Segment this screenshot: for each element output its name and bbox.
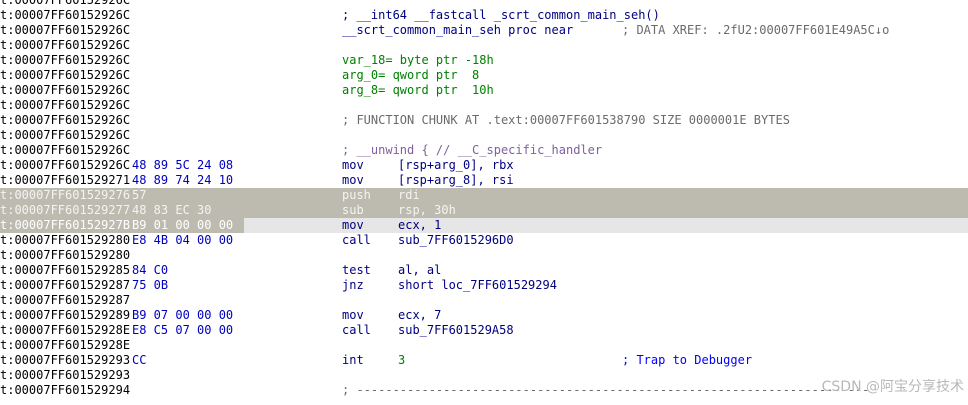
mnemonic: int <box>342 353 364 367</box>
address: t:00007FF601529280 <box>0 248 131 262</box>
address: t:00007FF601529277 <box>0 203 131 217</box>
stack-var[interactable]: arg_8= qword ptr 10h <box>342 83 494 98</box>
address: t:00007FF601529287 <box>0 293 131 307</box>
stack-var[interactable]: arg_0= qword ptr 8 <box>342 68 479 83</box>
listing-row[interactable]: t:00007FF60152926C ; __unwind { // __C_sp… <box>0 143 968 158</box>
address: t:00007FF60152926C <box>0 8 131 22</box>
address: t:00007FF601529271 <box>0 173 131 187</box>
address: t:00007FF60152926C <box>0 143 131 157</box>
listing-row[interactable]: t:00007FF601529287 <box>0 293 968 308</box>
opcode-bytes: E8 C5 07 00 00 <box>132 323 234 337</box>
operands[interactable]: 3 <box>398 353 405 368</box>
operands[interactable]: ecx, 7 <box>398 308 441 323</box>
mnemonic: test <box>342 263 371 277</box>
opcode-bytes: 84 C0 <box>132 263 169 277</box>
mnemonic: push <box>342 188 371 202</box>
listing-row[interactable]: t:00007FF60152926C <box>0 98 968 113</box>
current-line-row[interactable]: t:00007FF60152927B B9 01 00 00 00 mov ecx, … <box>0 218 968 233</box>
listing-row[interactable]: t:00007FF60152928E E8 C5 07 00 00 call sub_… <box>0 323 968 338</box>
listing-row[interactable]: t:00007FF60152926C <box>0 128 968 143</box>
operands[interactable]: ecx, 1 <box>398 218 441 233</box>
selected-row[interactable]: t:00007FF601529276 57 push rdi <box>0 188 968 203</box>
opcode-bytes: 48 83 EC 30 <box>132 203 212 217</box>
listing-row[interactable]: t:00007FF601529271 48 89 74 24 10 mov [rsp+… <box>0 173 968 188</box>
mnemonic: mov <box>342 308 364 322</box>
address: t:00007FF60152928E <box>0 323 131 337</box>
unwind-comment: ; __unwind { // __C_specific_handler <box>342 143 603 157</box>
listing-row[interactable]: t:00007FF601529289 B9 07 00 00 00 mov ecx, … <box>0 308 968 323</box>
mnemonic: jnz <box>342 278 364 292</box>
selected-row[interactable]: t:00007FF601529277 48 83 EC 30 sub rsp, 30h <box>0 203 968 218</box>
opcode-bytes: E8 4B 04 00 00 <box>132 233 234 247</box>
listing-row[interactable]: t:00007FF60152926C ; __int64 __fastcall _… <box>0 8 968 23</box>
address: t:00007FF60152926C <box>0 128 131 142</box>
address: t:00007FF60152926C <box>0 158 131 172</box>
address: t:00007FF601529276 <box>0 188 131 202</box>
operands[interactable]: rdi <box>398 188 420 203</box>
function-prototype: ; __int64 __fastcall _scrt_common_main_s… <box>342 8 660 22</box>
operands[interactable]: [rsp+arg_0], rbx <box>398 158 514 173</box>
listing-row[interactable]: t:00007FF60152926C var_18= byte ptr -18h <box>0 53 968 68</box>
operands[interactable]: al, al <box>398 263 441 278</box>
address: t:00007FF60152927B <box>0 218 131 232</box>
chunk-comment: ; FUNCTION CHUNK AT .text:00007FF6015387… <box>342 113 790 127</box>
opcode-bytes: 57 <box>132 188 147 202</box>
listing-row[interactable]: t:00007FF601529280 <box>0 248 968 263</box>
address: t:00007FF60152926C <box>0 23 131 37</box>
operands[interactable]: sub_7FF601529A58 <box>398 323 514 338</box>
address: t:00007FF601529280 <box>0 233 131 247</box>
address: t:00007FF60152926C <box>0 98 131 112</box>
address: t:00007FF60152926C <box>0 53 131 67</box>
listing-row[interactable]: t:00007FF60152926C arg_0= qword ptr 8 <box>0 68 968 83</box>
listing-row[interactable]: t:00007FF60152926C arg_8= qword ptr 10h <box>0 83 968 98</box>
address: t:00007FF60152926C <box>0 113 131 127</box>
operands[interactable]: [rsp+arg_8], rsi <box>398 173 514 188</box>
address: t:00007FF601529294 <box>0 383 131 397</box>
operands[interactable]: short loc_7FF601529294 <box>398 278 557 293</box>
proc-declaration: __scrt_common_main_seh proc near <box>342 23 574 37</box>
mnemonic: sub <box>342 203 364 217</box>
mnemonic: mov <box>342 173 364 187</box>
address: t:00007FF601529287 <box>0 278 131 292</box>
listing-row[interactable]: t:00007FF60152926C ; FUNCTION CHUNK AT .t… <box>0 113 968 128</box>
listing-row[interactable]: t:00007FF601529293 CC int 3 ; Trap to Debugg… <box>0 353 968 368</box>
trap-comment: ; Trap to Debugger <box>622 353 753 367</box>
address: t:00007FF60152926C <box>0 38 131 52</box>
listing-row[interactable]: t:00007FF60152926C <box>0 38 968 53</box>
mnemonic: mov <box>342 218 364 232</box>
mnemonic: mov <box>342 158 364 172</box>
opcode-bytes: 48 89 74 24 10 <box>132 173 234 187</box>
address: t:00007FF60152926C <box>0 0 131 7</box>
separator-line: ; --------------------------------------… <box>342 383 870 397</box>
address: t:00007FF60152926C <box>0 83 131 97</box>
watermark: CSDN @阿宝分享技术 <box>821 379 964 395</box>
opcode-bytes: 48 89 5C 24 08 <box>132 158 234 172</box>
opcode-bytes: B9 01 00 00 00 <box>132 218 234 232</box>
listing-row[interactable]: t:00007FF60152928E <box>0 338 968 353</box>
xref-comment[interactable]: ; DATA XREF: .2fU2:00007FF601E49A5C↓o <box>622 23 889 38</box>
listing-row[interactable]: t:00007FF601529287 75 0B jnz short loc_7FF6… <box>0 278 968 293</box>
address: t:00007FF60152928E <box>0 338 131 352</box>
address: t:00007FF60152926C <box>0 68 131 82</box>
address: t:00007FF601529293 <box>0 368 131 382</box>
listing-row[interactable]: t:00007FF60152926C 48 89 5C 24 08 mov [rsp+… <box>0 158 968 173</box>
listing-row[interactable]: t:00007FF60152926C __scrt_common_main_seh… <box>0 23 968 38</box>
stack-var[interactable]: var_18= byte ptr -18h <box>342 53 494 68</box>
listing-row[interactable]: t:00007FF601529285 84 C0 test al, al <box>0 263 968 278</box>
operands[interactable]: rsp, 30h <box>398 203 456 218</box>
mnemonic: call <box>342 233 371 247</box>
opcode-bytes: CC <box>132 353 147 367</box>
listing-row[interactable]: t:00007FF601529280 E8 4B 04 00 00 call sub_… <box>0 233 968 248</box>
operands[interactable]: sub_7FF6015296D0 <box>398 233 514 248</box>
address: t:00007FF601529285 <box>0 263 131 277</box>
address: t:00007FF601529289 <box>0 308 131 322</box>
mnemonic: call <box>342 323 371 337</box>
disassembly-listing[interactable]: t:00007FF60152926C t:00007FF60152926C ; _… <box>0 0 968 398</box>
opcode-bytes: B9 07 00 00 00 <box>132 308 234 322</box>
opcode-bytes: 75 0B <box>132 278 169 292</box>
listing-row[interactable]: t:00007FF60152926C <box>0 0 968 8</box>
address: t:00007FF601529293 <box>0 353 131 367</box>
